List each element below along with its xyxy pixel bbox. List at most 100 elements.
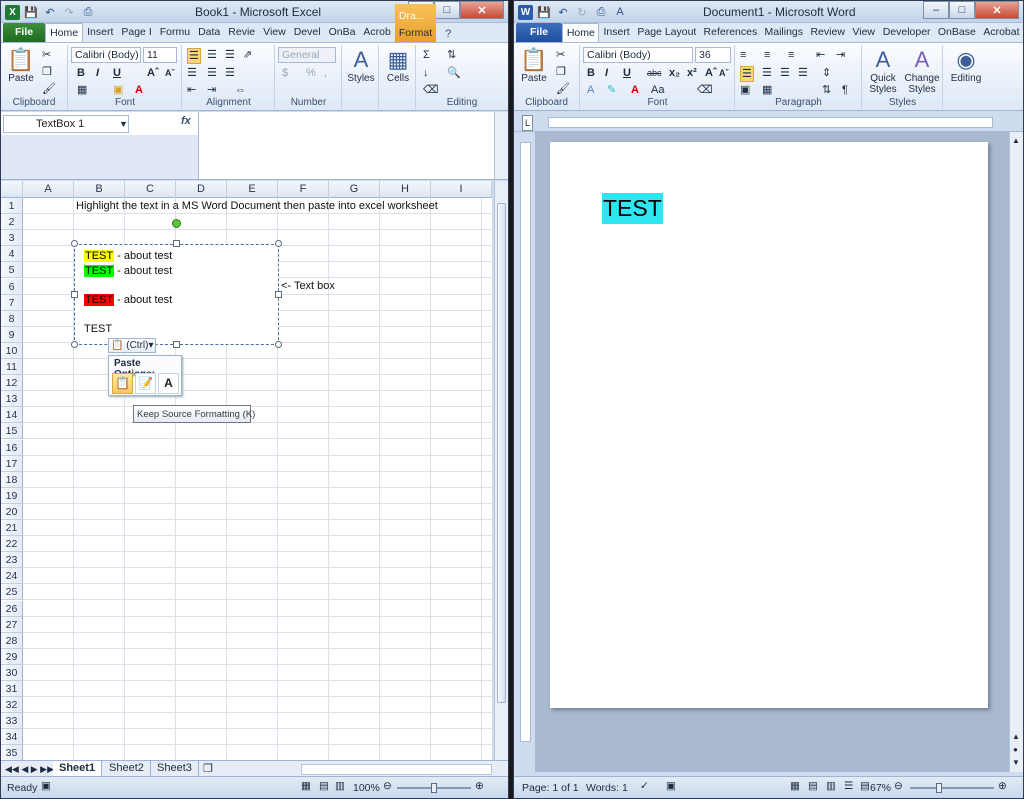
page-layout-view-icon[interactable]: ▤ (319, 780, 329, 792)
clear-icon[interactable]: ⌫ (423, 83, 439, 97)
font-name-combo[interactable]: Calibri (Body) (583, 47, 693, 63)
word-vertical-scrollbar[interactable]: ▲ ▲ ● ▼ (1009, 132, 1023, 772)
page-break-view-icon[interactable]: ▥ (335, 780, 345, 792)
align-left-icon[interactable]: ☰ (187, 66, 197, 80)
keep-text-only-button[interactable]: A (158, 373, 179, 394)
number-format-combo[interactable]: General (278, 47, 336, 63)
row-header[interactable]: 25 (1, 584, 23, 601)
decrease-indent-icon[interactable]: ⇤ (187, 83, 196, 97)
word-zoom-knob[interactable] (936, 783, 942, 793)
tab-formulas[interactable]: Formu (156, 23, 194, 42)
sheet-nav-icon[interactable]: ◀◀ ◀ ▶ ▶▶ (5, 762, 54, 776)
column-header[interactable]: G (329, 181, 380, 198)
row-header[interactable]: 32 (1, 697, 23, 714)
help-icon[interactable]: ? (440, 26, 456, 42)
grow-font-icon[interactable]: Aˆ (147, 66, 159, 80)
font-color-icon[interactable]: A (135, 83, 143, 97)
tab-insert[interactable]: Insert (599, 23, 633, 42)
change-styles-button[interactable]: A Change Styles (903, 47, 941, 95)
insert-sheet-icon[interactable]: ❐ (203, 762, 213, 776)
row-header[interactable]: 13 (1, 391, 23, 408)
align-middle-icon[interactable]: ☰ (207, 48, 217, 62)
document-text[interactable]: TEST (602, 193, 663, 224)
row-header[interactable]: 11 (1, 359, 23, 375)
row-header[interactable]: 15 (1, 423, 23, 440)
row-header[interactable]: 33 (1, 713, 23, 730)
tab-acrobat[interactable]: Acrob (359, 23, 394, 42)
row-header[interactable]: 31 (1, 681, 23, 697)
close-button[interactable]: ✕ (460, 1, 504, 19)
formula-bar-scroll[interactable] (494, 112, 508, 179)
resize-handle-l[interactable] (71, 291, 78, 298)
find-select-icon[interactable]: 🔍 (447, 66, 461, 80)
word-app-icon[interactable]: W (518, 4, 533, 20)
column-header[interactable]: E (227, 181, 278, 198)
align-center-icon[interactable]: ☰ (762, 66, 772, 80)
shrink-font-icon[interactable]: Aˇ (165, 66, 175, 80)
percent-icon[interactable]: % (306, 66, 316, 80)
format-painter-icon[interactable]: 🖌 (556, 82, 570, 96)
tab-view[interactable]: View (848, 23, 878, 42)
row-header[interactable]: 5 (1, 262, 23, 279)
zoom-in-icon[interactable]: ⊕ (475, 780, 484, 792)
underline-button[interactable]: U (113, 66, 121, 80)
column-header[interactable]: F (278, 181, 329, 198)
excel-textbox[interactable]: TEST - about test TEST - about test TEST… (74, 244, 279, 345)
row-header[interactable]: 14 (1, 407, 23, 424)
resize-handle-tl[interactable] (71, 240, 78, 247)
normal-view-icon[interactable]: ▦ (301, 780, 311, 792)
excel-zoom-level[interactable]: 100% (353, 782, 380, 794)
cells-button[interactable]: ▦ Cells (382, 47, 414, 84)
increase-indent-icon[interactable]: ⇥ (836, 48, 845, 62)
tab-selector-icon[interactable]: L (522, 115, 534, 131)
repeat-icon[interactable]: ↻ (574, 4, 590, 20)
paste-button[interactable]: 📋 Paste (517, 47, 551, 84)
insert-function-icon[interactable]: fx (181, 115, 191, 127)
tab-onbase[interactable]: OnBa (325, 23, 360, 42)
clear-formatting-icon[interactable]: ⌫ (697, 83, 713, 97)
document-page[interactable]: TEST (550, 142, 988, 708)
sheet-tab-sheet2[interactable]: Sheet2 (103, 761, 151, 777)
zoom-in-icon[interactable]: ⊕ (998, 780, 1007, 792)
bold-button[interactable]: B (587, 66, 595, 80)
print-icon[interactable]: ⎙ (80, 4, 96, 20)
row-header[interactable]: 4 (1, 246, 23, 263)
status-page[interactable]: Page: 1 of 1 (522, 782, 579, 794)
column-header[interactable]: I (431, 181, 492, 198)
quick-styles-button[interactable]: A Quick Styles (865, 47, 901, 95)
font-color-icon[interactable]: A (631, 83, 639, 97)
row-header[interactable]: 21 (1, 520, 23, 536)
scroll-up-icon[interactable]: ▲ (1012, 134, 1020, 148)
resize-handle-br[interactable] (275, 341, 282, 348)
row-header[interactable]: 18 (1, 471, 23, 488)
resize-handle-r[interactable] (275, 291, 282, 298)
tab-page-layout[interactable]: Page Layout (633, 23, 699, 42)
tab-review[interactable]: Review (806, 23, 848, 42)
copy-icon[interactable]: ❐ (42, 65, 52, 79)
sort-filter-icon[interactable]: ⇅ (447, 48, 456, 62)
tab-developer[interactable]: Devel (290, 23, 325, 42)
formula-input[interactable] (198, 112, 494, 179)
orientation-icon[interactable]: ⇗ (243, 48, 252, 62)
align-right-icon[interactable]: ☰ (225, 66, 235, 80)
font-size-combo[interactable]: 36 (695, 47, 731, 63)
word-zoom-slider[interactable] (910, 783, 994, 793)
borders-icon[interactable]: ▦ (77, 83, 87, 97)
row-header[interactable]: 34 (1, 729, 23, 746)
resize-handle-tr[interactable] (275, 240, 282, 247)
tab-data[interactable]: Data (194, 23, 224, 42)
tab-format[interactable]: Dra... Format (394, 4, 437, 42)
excel-zoom-slider[interactable] (397, 783, 471, 793)
sheet-tab-sheet1[interactable]: Sheet1 (53, 761, 103, 777)
cut-icon[interactable]: ✂ (556, 48, 565, 62)
autosum-icon[interactable]: Σ (423, 48, 430, 62)
row-header[interactable]: 22 (1, 536, 23, 553)
macro-record-icon[interactable]: ▣ (41, 780, 51, 792)
web-layout-view-icon[interactable]: ▥ (826, 780, 836, 792)
excel-horizontal-scrollbar[interactable] (301, 764, 492, 775)
underline-button[interactable]: U (623, 66, 631, 80)
row-header[interactable]: 29 (1, 648, 23, 665)
select-all-corner[interactable] (1, 181, 23, 198)
row-header[interactable]: 17 (1, 455, 23, 472)
decrease-indent-icon[interactable]: ⇤ (816, 48, 825, 62)
